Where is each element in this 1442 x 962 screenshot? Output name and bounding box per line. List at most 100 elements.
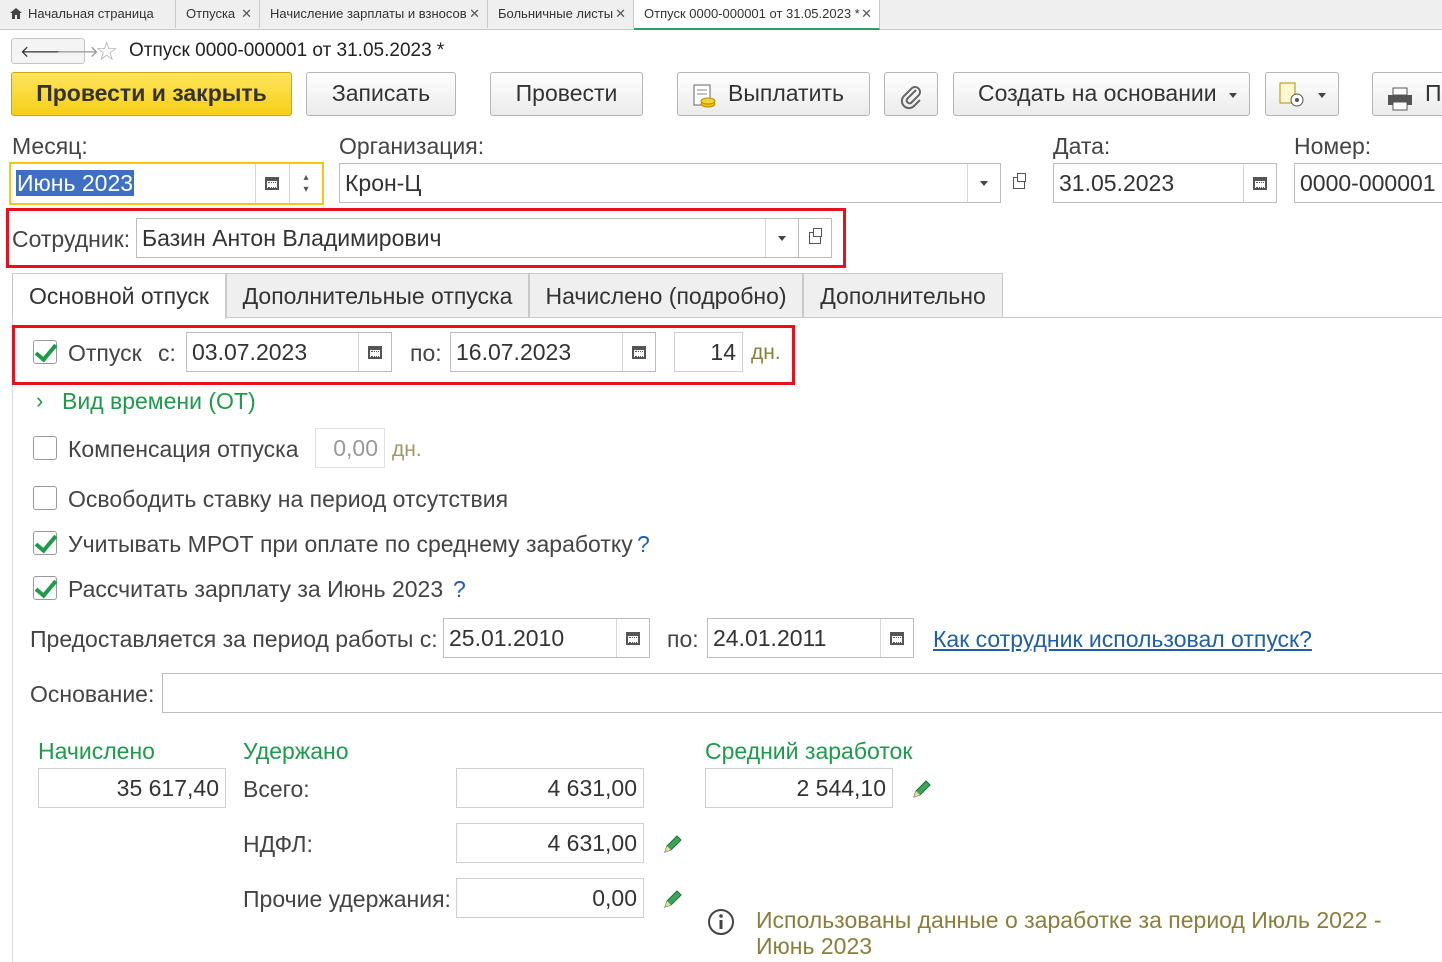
forward-arrow-icon[interactable]: 🡒 [56,41,99,62]
tab-vacations[interactable]: Отпуска ✕ [176,0,260,28]
organization-field[interactable]: Крон-Ц [339,163,1001,203]
month-value: Июнь 2023 [16,170,135,196]
date-label: Дата: [1053,133,1111,159]
calendar-icon[interactable] [616,619,649,657]
accrued-header: Начислено [38,738,155,764]
chevron-down-icon [1229,93,1237,98]
total-label: Всего: [243,776,310,802]
close-icon[interactable]: ✕ [861,0,872,28]
pencil-icon[interactable] [911,778,933,800]
ndfl-field: 4 631,00 [456,823,644,863]
month-stepper[interactable]: ▴ ▾ [289,164,322,203]
printer-icon [1387,83,1413,123]
tab-vacation-doc[interactable]: Отпуск 0000-000001 от 31.05.2023 * ✕ [634,0,880,30]
tab-home-label: Начальная страница [28,6,154,21]
open-employee-button[interactable] [799,218,832,258]
arrow-down-icon[interactable]: ▾ [303,184,308,196]
help-icon[interactable]: ? [637,531,650,558]
tab-main-vacation[interactable]: Основной отпуск [12,273,226,319]
arrow-up-icon[interactable]: ▴ [303,172,308,184]
history-nav: 🡐 🡒 [11,38,99,64]
date-value: 31.05.2023 [1059,170,1175,196]
window-tab-strip: Начальная страница Отпуска ✕ Начисление … [0,0,1442,30]
avg-earnings-header: Средний заработок [705,738,913,764]
vacation-to-field[interactable]: 16.07.2023 [450,332,656,372]
calendar-icon[interactable] [622,333,655,371]
calendar-icon[interactable] [1243,164,1276,202]
mrot-label: Учитывать МРОТ при оплате по среднему за… [68,531,633,557]
star-icon[interactable]: ☆ [95,36,118,67]
basis-field[interactable] [162,673,1442,713]
total-field: 4 631,00 [456,768,644,808]
tab-vacation-doc-label: Отпуск 0000-000001 от 31.05.2023 * [644,6,860,21]
withheld-header: Удержано [243,738,349,764]
free-rate-label: Освободить ставку на период отсутствия [68,486,509,512]
tab-panel-border [12,317,13,962]
vacation-from-field[interactable]: 03.07.2023 [186,332,392,372]
close-icon[interactable]: ✕ [615,0,626,28]
post-and-close-button[interactable]: Провести и закрыть [11,72,292,116]
work-period-label: Предоставляется за период работы с: [30,626,438,652]
page-title: Отпуск 0000-000001 от 31.05.2023 * [129,40,445,61]
calendar-icon[interactable] [880,619,913,657]
dropdown-icon[interactable] [967,164,1000,202]
vacation-usage-link[interactable]: Как сотрудник использовал отпуск? [933,626,1312,653]
create-based-button[interactable]: Создать на основании [953,72,1250,116]
print-button[interactable]: П [1372,72,1442,116]
help-icon[interactable]: ? [453,576,466,603]
date-field[interactable]: 31.05.2023 [1053,163,1277,203]
tab-accrued-detail[interactable]: Начислено (подробно) [529,273,803,318]
work-period-to-field[interactable]: 24.01.2011 [707,618,914,658]
post-button[interactable]: Провести [490,72,643,116]
work-period-from-field[interactable]: 25.01.2010 [443,618,650,658]
employee-field[interactable]: Базин Антон Владимирович [136,218,799,258]
tab-home[interactable]: Начальная страница [0,0,176,28]
home-icon [10,1,22,19]
compensation-checkbox[interactable] [33,436,57,460]
calendar-icon[interactable] [358,333,391,371]
accrued-field: 35 617,40 [38,768,226,808]
calendar-icon[interactable] [255,164,288,203]
attach-button[interactable] [884,72,938,116]
create-based-label: Создать на основании [978,80,1217,106]
organization-label: Организация: [339,133,485,159]
number-field[interactable]: 0000-000001 [1294,163,1442,203]
dropdown-icon[interactable] [765,219,798,257]
open-icon [809,228,822,244]
tab-sick-leaves[interactable]: Больничные листы ✕ [488,0,634,28]
close-icon[interactable]: ✕ [469,0,480,28]
mrot-checkbox[interactable] [33,531,57,555]
tab-payroll-label: Начисление зарплаты и взносов [270,6,467,21]
compensation-days-field[interactable]: 0,00 [315,428,385,468]
free-rate-checkbox[interactable] [33,486,57,510]
paperclip-icon [900,82,924,122]
tab-sick-leaves-label: Больничные листы [498,6,614,21]
save-button[interactable]: Записать [306,72,456,116]
tab-additional[interactable]: Дополнительно [803,273,1003,318]
pay-label: Выплатить [728,80,844,106]
vacation-days-unit: дн. [751,341,781,364]
number-value: 0000-000001 [1300,170,1436,196]
chevron-down-icon [1318,93,1326,98]
info-icon [707,908,735,936]
pencil-icon[interactable] [662,833,684,855]
work-period-to-label: по: [667,626,699,652]
pay-button[interactable]: Выплатить [677,72,870,116]
vacation-from-label: с: [158,340,176,366]
chevron-right-icon[interactable]: › [36,388,43,414]
document-gear-icon [1278,81,1306,121]
tab-additional-vacations[interactable]: Дополнительные отпуска [226,273,529,318]
month-field[interactable]: Июнь 2023 ▴ ▾ [9,162,324,205]
print-label: П [1425,80,1442,106]
vacation-checkbox[interactable] [33,340,57,364]
ndfl-label: НДФЛ: [243,831,313,857]
open-organization-button[interactable] [1001,163,1036,203]
time-type-link[interactable]: Вид времени (ОТ) [62,388,256,415]
calc-salary-checkbox[interactable] [33,576,57,600]
employee-value: Базин Антон Владимирович [142,225,442,251]
document-actions-button[interactable] [1265,72,1339,116]
tab-payroll[interactable]: Начисление зарплаты и взносов ✕ [260,0,488,28]
vacation-days-field[interactable]: 14 [674,332,743,372]
close-icon[interactable]: ✕ [241,0,252,28]
pencil-icon[interactable] [662,888,684,910]
